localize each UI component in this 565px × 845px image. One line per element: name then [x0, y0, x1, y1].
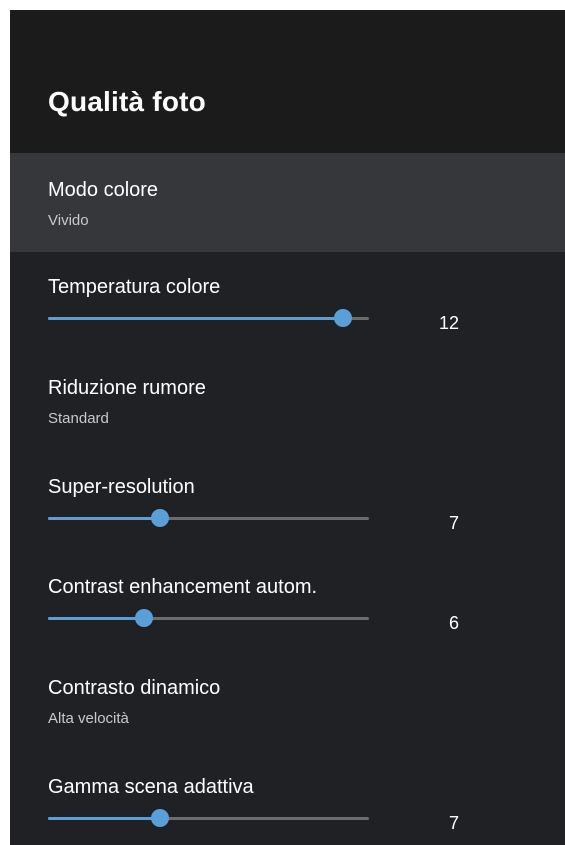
- slider-track[interactable]: [48, 609, 369, 627]
- slider-thumb[interactable]: [151, 809, 170, 827]
- setting-contrast-enhancement[interactable]: Contrast enhancement autom. 6: [10, 552, 565, 652]
- slider-track[interactable]: [48, 809, 369, 827]
- settings-panel: Qualità foto Modo colore Vivido Temperat…: [10, 10, 565, 845]
- setting-color-temperature[interactable]: Temperatura colore 12: [10, 252, 565, 352]
- setting-label: Riduzione rumore: [48, 377, 206, 399]
- setting-color-mode[interactable]: Modo colore Vivido: [10, 153, 565, 252]
- setting-super-resolution[interactable]: Super-resolution 7: [10, 452, 565, 552]
- setting-adaptive-gamma[interactable]: Gamma scena adattiva 7: [10, 752, 565, 845]
- slider-value: 7: [448, 513, 459, 533]
- slider-thumb[interactable]: [151, 509, 170, 527]
- header: Qualità foto: [10, 10, 565, 153]
- slider-value: 12: [438, 313, 459, 333]
- slider-value: 7: [448, 813, 459, 833]
- page-title: Qualità foto: [48, 86, 206, 117]
- setting-label: Gamma scena adattiva: [48, 776, 254, 798]
- setting-label: Contrast enhancement autom.: [48, 576, 318, 598]
- setting-dynamic-contrast[interactable]: Contrasto dinamico Alta velocità: [10, 652, 565, 752]
- slider-value: 6: [448, 613, 459, 633]
- setting-label: Modo colore: [48, 179, 159, 201]
- setting-noise-reduction[interactable]: Riduzione rumore Standard: [10, 352, 565, 452]
- setting-value: Vivido: [48, 212, 89, 229]
- setting-label: Temperatura colore: [48, 276, 221, 298]
- slider-fill: [48, 617, 145, 620]
- setting-label: Contrasto dinamico: [48, 677, 221, 699]
- slider-thumb[interactable]: [334, 309, 353, 327]
- setting-value: Standard: [48, 410, 109, 427]
- slider-fill: [48, 317, 344, 320]
- slider-fill: [48, 517, 161, 520]
- slider-thumb[interactable]: [135, 609, 154, 627]
- slider-fill: [48, 817, 161, 820]
- slider-track[interactable]: [48, 509, 369, 527]
- slider-track[interactable]: [48, 309, 369, 327]
- setting-label: Super-resolution: [48, 476, 195, 498]
- setting-value: Alta velocità: [48, 710, 129, 727]
